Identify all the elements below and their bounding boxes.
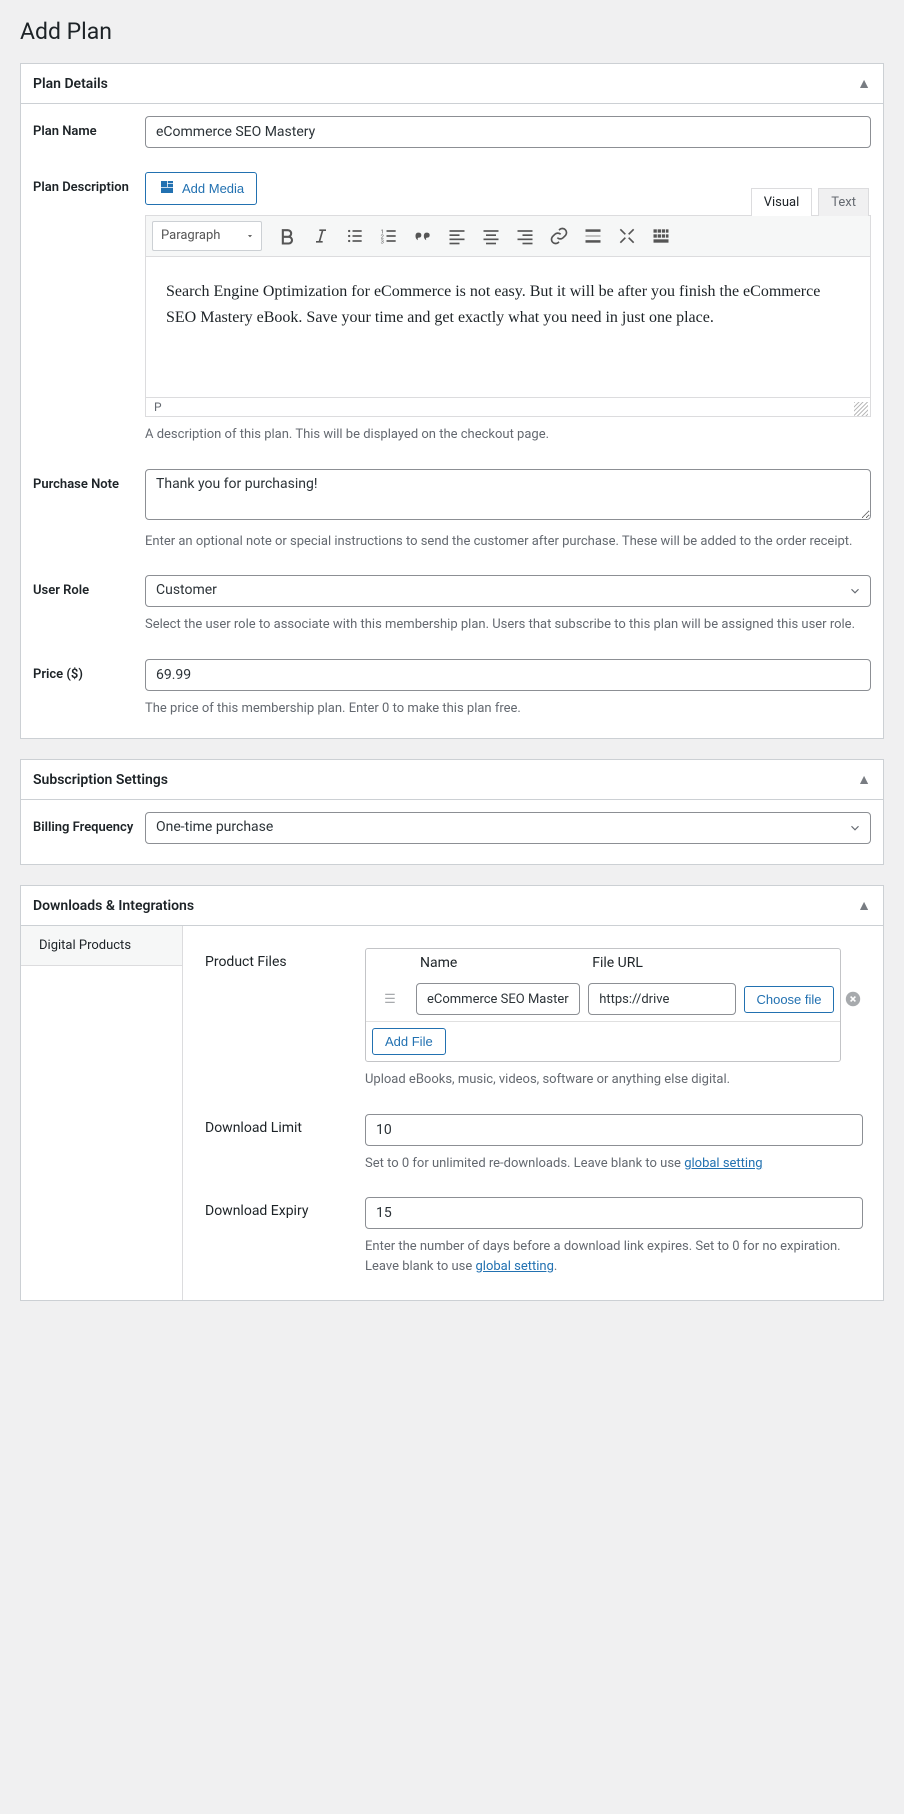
panel-header-plan-details[interactable]: Plan Details ▲ (21, 64, 883, 104)
panel-title: Subscription Settings (33, 772, 168, 788)
choose-file-button[interactable]: Choose file (744, 986, 834, 1013)
col-url: File URL (588, 955, 736, 971)
panel-header-downloads[interactable]: Downloads & Integrations ▲ (21, 886, 883, 926)
download-limit-input[interactable] (365, 1114, 863, 1146)
svg-text:3: 3 (381, 240, 384, 246)
toolbar-toggle-icon[interactable] (646, 221, 676, 251)
blockquote-icon[interactable] (408, 221, 438, 251)
download-expiry-help: Enter the number of days before a downlo… (365, 1237, 863, 1276)
plan-name-input[interactable] (145, 116, 871, 148)
align-left-icon[interactable] (442, 221, 472, 251)
collapse-icon[interactable]: ▲ (857, 773, 871, 787)
file-row: ☰ Choose file (366, 977, 840, 1021)
plan-name-label: Plan Name (33, 116, 145, 141)
media-icon (158, 178, 176, 199)
editor-tab-text[interactable]: Text (818, 188, 869, 216)
panel-title: Downloads & Integrations (33, 898, 194, 914)
subtab-digital-products[interactable]: Digital Products (21, 926, 182, 966)
global-setting-link[interactable]: global setting (476, 1259, 554, 1274)
user-role-select[interactable]: Customer (145, 575, 871, 607)
user-role-help: Select the user role to associate with t… (145, 615, 871, 635)
editor-content[interactable]: Search Engine Optimization for eCommerce… (146, 257, 870, 397)
user-role-label: User Role (33, 575, 145, 600)
resize-grip-icon[interactable] (854, 402, 868, 416)
price-help: The price of this membership plan. Enter… (145, 699, 871, 719)
purchase-note-help: Enter an optional note or special instru… (145, 532, 871, 552)
editor-tab-visual[interactable]: Visual (751, 188, 813, 216)
panel-header-subscription[interactable]: Subscription Settings ▲ (21, 760, 883, 800)
purchase-note-label: Purchase Note (33, 469, 145, 494)
align-center-icon[interactable] (476, 221, 506, 251)
product-files-help: Upload eBooks, music, videos, software o… (365, 1070, 841, 1090)
panel-title: Plan Details (33, 76, 108, 92)
billing-frequency-select[interactable]: One-time purchase (145, 812, 871, 844)
add-file-button[interactable]: Add File (372, 1028, 446, 1055)
numbered-list-icon[interactable]: 123 (374, 221, 404, 251)
purchase-note-input[interactable]: Thank you for purchasing! (145, 469, 871, 520)
collapse-icon[interactable]: ▲ (857, 77, 871, 91)
file-url-input[interactable] (588, 983, 736, 1015)
add-media-label: Add Media (182, 181, 244, 196)
fullscreen-icon[interactable] (612, 221, 642, 251)
add-media-button[interactable]: Add Media (145, 172, 257, 205)
download-expiry-input[interactable] (365, 1197, 863, 1229)
price-input[interactable] (145, 659, 871, 691)
col-name: Name (416, 955, 580, 971)
global-setting-link[interactable]: global setting (684, 1156, 762, 1171)
delete-row-icon[interactable] (844, 990, 862, 1008)
align-right-icon[interactable] (510, 221, 540, 251)
billing-frequency-label: Billing Frequency (33, 812, 145, 837)
panel-downloads-integrations: Downloads & Integrations ▲ Digital Produ… (20, 885, 884, 1301)
plan-description-label: Plan Description (33, 172, 145, 197)
collapse-icon[interactable]: ▲ (857, 899, 871, 913)
bold-icon[interactable] (272, 221, 302, 251)
editor-status-path: P (154, 400, 162, 414)
page-title: Add Plan (20, 18, 884, 45)
panel-subscription-settings: Subscription Settings ▲ Billing Frequenc… (20, 759, 884, 865)
italic-icon[interactable] (306, 221, 336, 251)
editor-toolbar: Paragraph 123 (146, 216, 870, 257)
format-select[interactable]: Paragraph (152, 221, 262, 251)
panel-plan-details: Plan Details ▲ Plan Name Plan Descriptio… (20, 63, 884, 739)
drag-handle-icon[interactable]: ☰ (372, 992, 408, 1007)
download-limit-help: Set to 0 for unlimited re-downloads. Lea… (365, 1154, 863, 1174)
read-more-icon[interactable] (578, 221, 608, 251)
download-expiry-label: Download Expiry (205, 1197, 365, 1219)
link-icon[interactable] (544, 221, 574, 251)
price-label: Price ($) (33, 659, 145, 684)
download-limit-label: Download Limit (205, 1114, 365, 1136)
file-name-input[interactable] (416, 983, 580, 1015)
bullet-list-icon[interactable] (340, 221, 370, 251)
plan-description-help: A description of this plan. This will be… (145, 425, 871, 445)
product-files-label: Product Files (205, 948, 365, 970)
